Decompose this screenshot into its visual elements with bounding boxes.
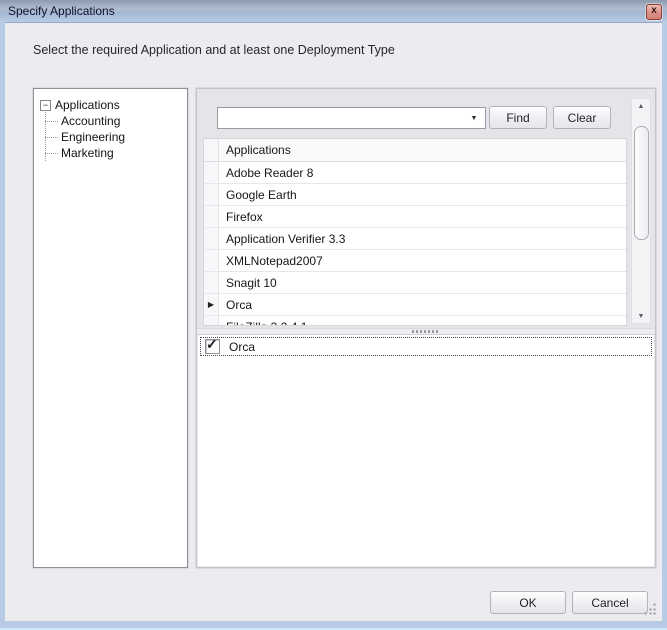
tree-child-label: Engineering (61, 130, 125, 144)
scroll-up-icon[interactable]: ▲ (632, 99, 650, 113)
application-name: Snagit 10 (219, 276, 277, 290)
table-scrollbar[interactable]: ▲ ▼ (631, 98, 651, 324)
application-name: Firefox (219, 210, 263, 224)
application-name: Orca (219, 298, 252, 312)
row-indicator-icon: ▶ (204, 294, 219, 315)
specify-applications-dialog: Specify Applications x Select the requir… (0, 0, 667, 630)
find-button[interactable]: Find (489, 106, 547, 129)
tree-child-label: Accounting (61, 114, 120, 128)
application-name: Google Earth (219, 188, 297, 202)
tree-child-label: Marketing (61, 146, 114, 160)
application-name: XMLNotepad2007 (219, 254, 323, 268)
titlebar: Specify Applications x (0, 0, 667, 23)
search-combo-input[interactable] (220, 109, 464, 129)
deployment-item-orca[interactable]: ✓ Orca (200, 337, 652, 356)
tree-node-applications[interactable]: − Applications (40, 97, 183, 113)
panel-splitter[interactable] (197, 328, 655, 335)
table-row[interactable]: Google Earth (204, 184, 626, 206)
application-name: Adobe Reader 8 (219, 166, 313, 180)
window-frame-bottom (0, 621, 667, 630)
close-button[interactable]: x (646, 4, 662, 20)
row-indicator (204, 162, 219, 183)
applications-table: Applications Adobe Reader 8 Google Earth… (203, 138, 627, 326)
applications-panel: ▼ Find Clear Applications Adobe Reader 8 (196, 88, 656, 568)
table-header-row: Applications (204, 139, 626, 162)
window-frame-right (662, 22, 667, 621)
row-indicator (204, 272, 219, 293)
table-row-selected[interactable]: ▶ Orca (204, 294, 626, 316)
dropdown-arrow-icon[interactable]: ▼ (465, 109, 483, 127)
table-row[interactable]: XMLNotepad2007 (204, 250, 626, 272)
instruction-text: Select the required Application and at l… (33, 43, 395, 57)
table-row[interactable]: Firefox (204, 206, 626, 228)
resize-grip[interactable] (644, 603, 656, 615)
tree-node-accounting[interactable]: Accounting (45, 113, 183, 129)
deployment-type-list: ✓ Orca (198, 335, 654, 566)
collapse-expander-icon[interactable]: − (40, 100, 51, 111)
row-indicator-header (204, 139, 219, 161)
application-name: Application Verifier 3.3 (219, 232, 345, 246)
table-row[interactable]: Snagit 10 (204, 272, 626, 294)
row-indicator (204, 184, 219, 205)
tree-node-engineering[interactable]: Engineering (45, 129, 183, 145)
search-strip: ▼ Find Clear (197, 89, 655, 138)
row-indicator (204, 316, 219, 326)
checkbox-checked[interactable]: ✓ (205, 339, 220, 354)
search-and-table-area: ▼ Find Clear Applications Adobe Reader 8 (197, 89, 655, 328)
application-name: FileZilla 3.2.4.1 (219, 320, 307, 327)
scroll-down-icon[interactable]: ▼ (632, 309, 650, 323)
tree-node-marketing[interactable]: Marketing (45, 145, 183, 161)
checkmark-icon: ✓ (206, 336, 218, 353)
table-row[interactable]: Adobe Reader 8 (204, 162, 626, 184)
search-combo[interactable]: ▼ (217, 107, 486, 129)
close-icon: x (651, 6, 657, 16)
ok-button[interactable]: OK (490, 591, 566, 614)
applications-tree-panel: − Applications Accounting Engineering Ma… (33, 88, 188, 568)
table-row[interactable]: FileZilla 3.2.4.1 (204, 316, 626, 326)
splitter-grip (412, 330, 440, 333)
window-title: Specify Applications (8, 0, 115, 22)
clear-button[interactable]: Clear (553, 106, 611, 129)
window-frame-left (0, 22, 5, 621)
table-row[interactable]: Application Verifier 3.3 (204, 228, 626, 250)
tree-root-label: Applications (55, 98, 120, 112)
row-indicator (204, 206, 219, 227)
applications-column-header: Applications (219, 143, 291, 157)
cancel-button[interactable]: Cancel (572, 591, 648, 614)
row-indicator (204, 250, 219, 271)
tree-children: Accounting Engineering Marketing (45, 113, 183, 161)
row-indicator (204, 228, 219, 249)
deployment-item-label: Orca (229, 340, 255, 354)
scrollbar-thumb[interactable] (634, 126, 649, 240)
